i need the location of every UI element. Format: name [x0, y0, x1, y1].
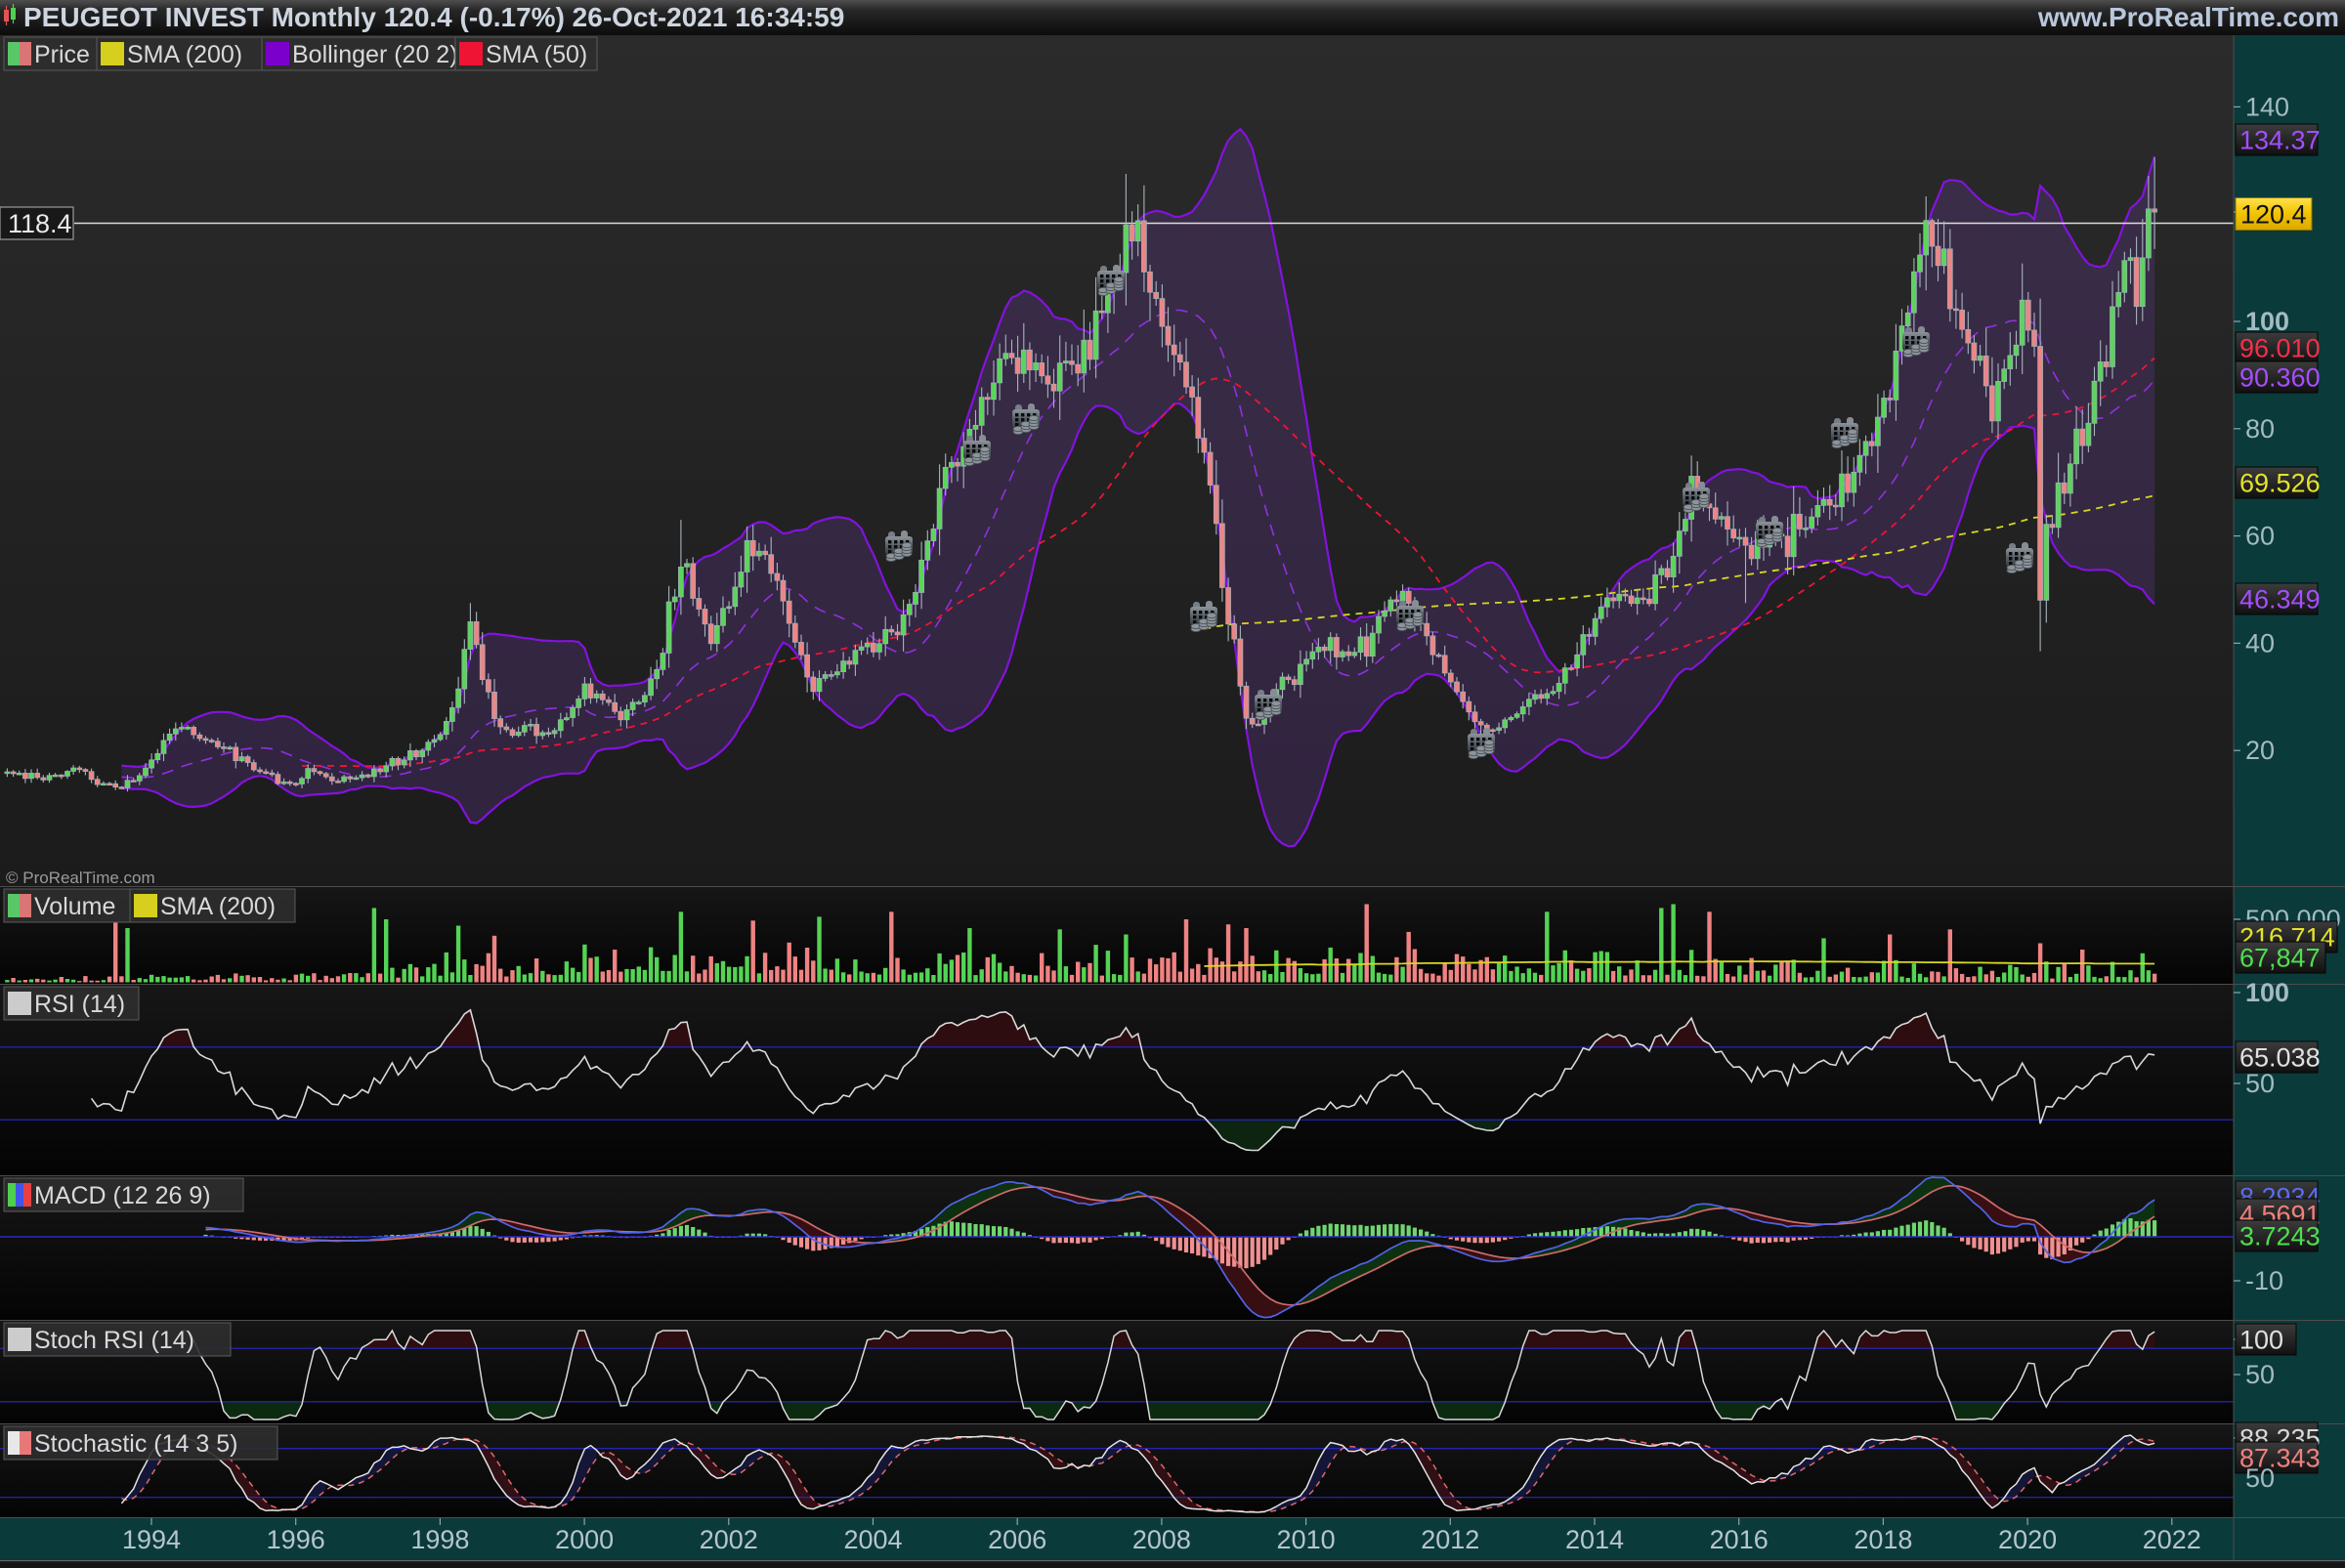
svg-text:Bollinger (20 2): Bollinger (20 2) [292, 41, 458, 68]
svg-text:MACD (12 26 9): MACD (12 26 9) [34, 1182, 211, 1209]
svg-text:1998: 1998 [410, 1525, 469, 1554]
svg-text:Price: Price [34, 41, 90, 68]
svg-text:2012: 2012 [1421, 1525, 1479, 1554]
svg-text:118.4: 118.4 [8, 209, 72, 238]
svg-text:2000: 2000 [555, 1525, 614, 1554]
svg-text:2010: 2010 [1277, 1525, 1336, 1554]
svg-text:SMA (200): SMA (200) [127, 41, 242, 68]
svg-text:© ProRealTime.com: © ProRealTime.com [6, 869, 155, 887]
svg-text:100: 100 [2239, 1326, 2283, 1355]
svg-text:69.526: 69.526 [2239, 469, 2321, 498]
svg-text:46.349: 46.349 [2239, 585, 2321, 614]
svg-text:90.360: 90.360 [2239, 363, 2321, 393]
svg-text:www.ProRealTime.com: www.ProRealTime.com [2037, 2, 2339, 32]
svg-text:2004: 2004 [843, 1525, 902, 1554]
svg-text:SMA (200): SMA (200) [160, 893, 276, 920]
svg-text:SMA (50): SMA (50) [486, 41, 587, 68]
svg-text:2020: 2020 [1998, 1525, 2057, 1554]
svg-text:96.010: 96.010 [2239, 334, 2321, 363]
svg-text:1994: 1994 [122, 1525, 181, 1554]
svg-text:Stoch RSI (14): Stoch RSI (14) [34, 1327, 194, 1354]
svg-text:2016: 2016 [1710, 1525, 1769, 1554]
svg-text:120.4: 120.4 [2240, 200, 2307, 230]
svg-text:Volume: Volume [34, 893, 115, 920]
svg-text:2006: 2006 [988, 1525, 1046, 1554]
svg-text:67,847: 67,847 [2239, 944, 2321, 973]
svg-text:65.038: 65.038 [2239, 1043, 2321, 1073]
svg-text:2008: 2008 [1132, 1525, 1191, 1554]
svg-text:100: 100 [2245, 978, 2289, 1007]
svg-text:140: 140 [2245, 92, 2289, 121]
svg-text:2014: 2014 [1565, 1525, 1624, 1554]
svg-text:2002: 2002 [700, 1525, 758, 1554]
svg-text:60: 60 [2245, 522, 2275, 551]
svg-text:40: 40 [2245, 628, 2275, 657]
svg-text:2022: 2022 [2143, 1525, 2201, 1554]
svg-text:2018: 2018 [1854, 1525, 1912, 1554]
svg-text:Stochastic (14 3 5): Stochastic (14 3 5) [34, 1430, 237, 1458]
svg-text:PEUGEOT INVEST Monthly 120.4 (: PEUGEOT INVEST Monthly 120.4 (-0.17%) 26… [23, 2, 844, 32]
svg-text:80: 80 [2245, 414, 2275, 444]
svg-text:1996: 1996 [267, 1525, 325, 1554]
svg-text:-10: -10 [2245, 1266, 2283, 1295]
svg-text:134.37: 134.37 [2239, 126, 2321, 155]
svg-text:50: 50 [2245, 1463, 2275, 1493]
svg-text:20: 20 [2245, 736, 2275, 765]
svg-text:50: 50 [2245, 1360, 2275, 1389]
svg-text:RSI (14): RSI (14) [34, 991, 125, 1018]
svg-text:3.7243: 3.7243 [2239, 1222, 2321, 1251]
